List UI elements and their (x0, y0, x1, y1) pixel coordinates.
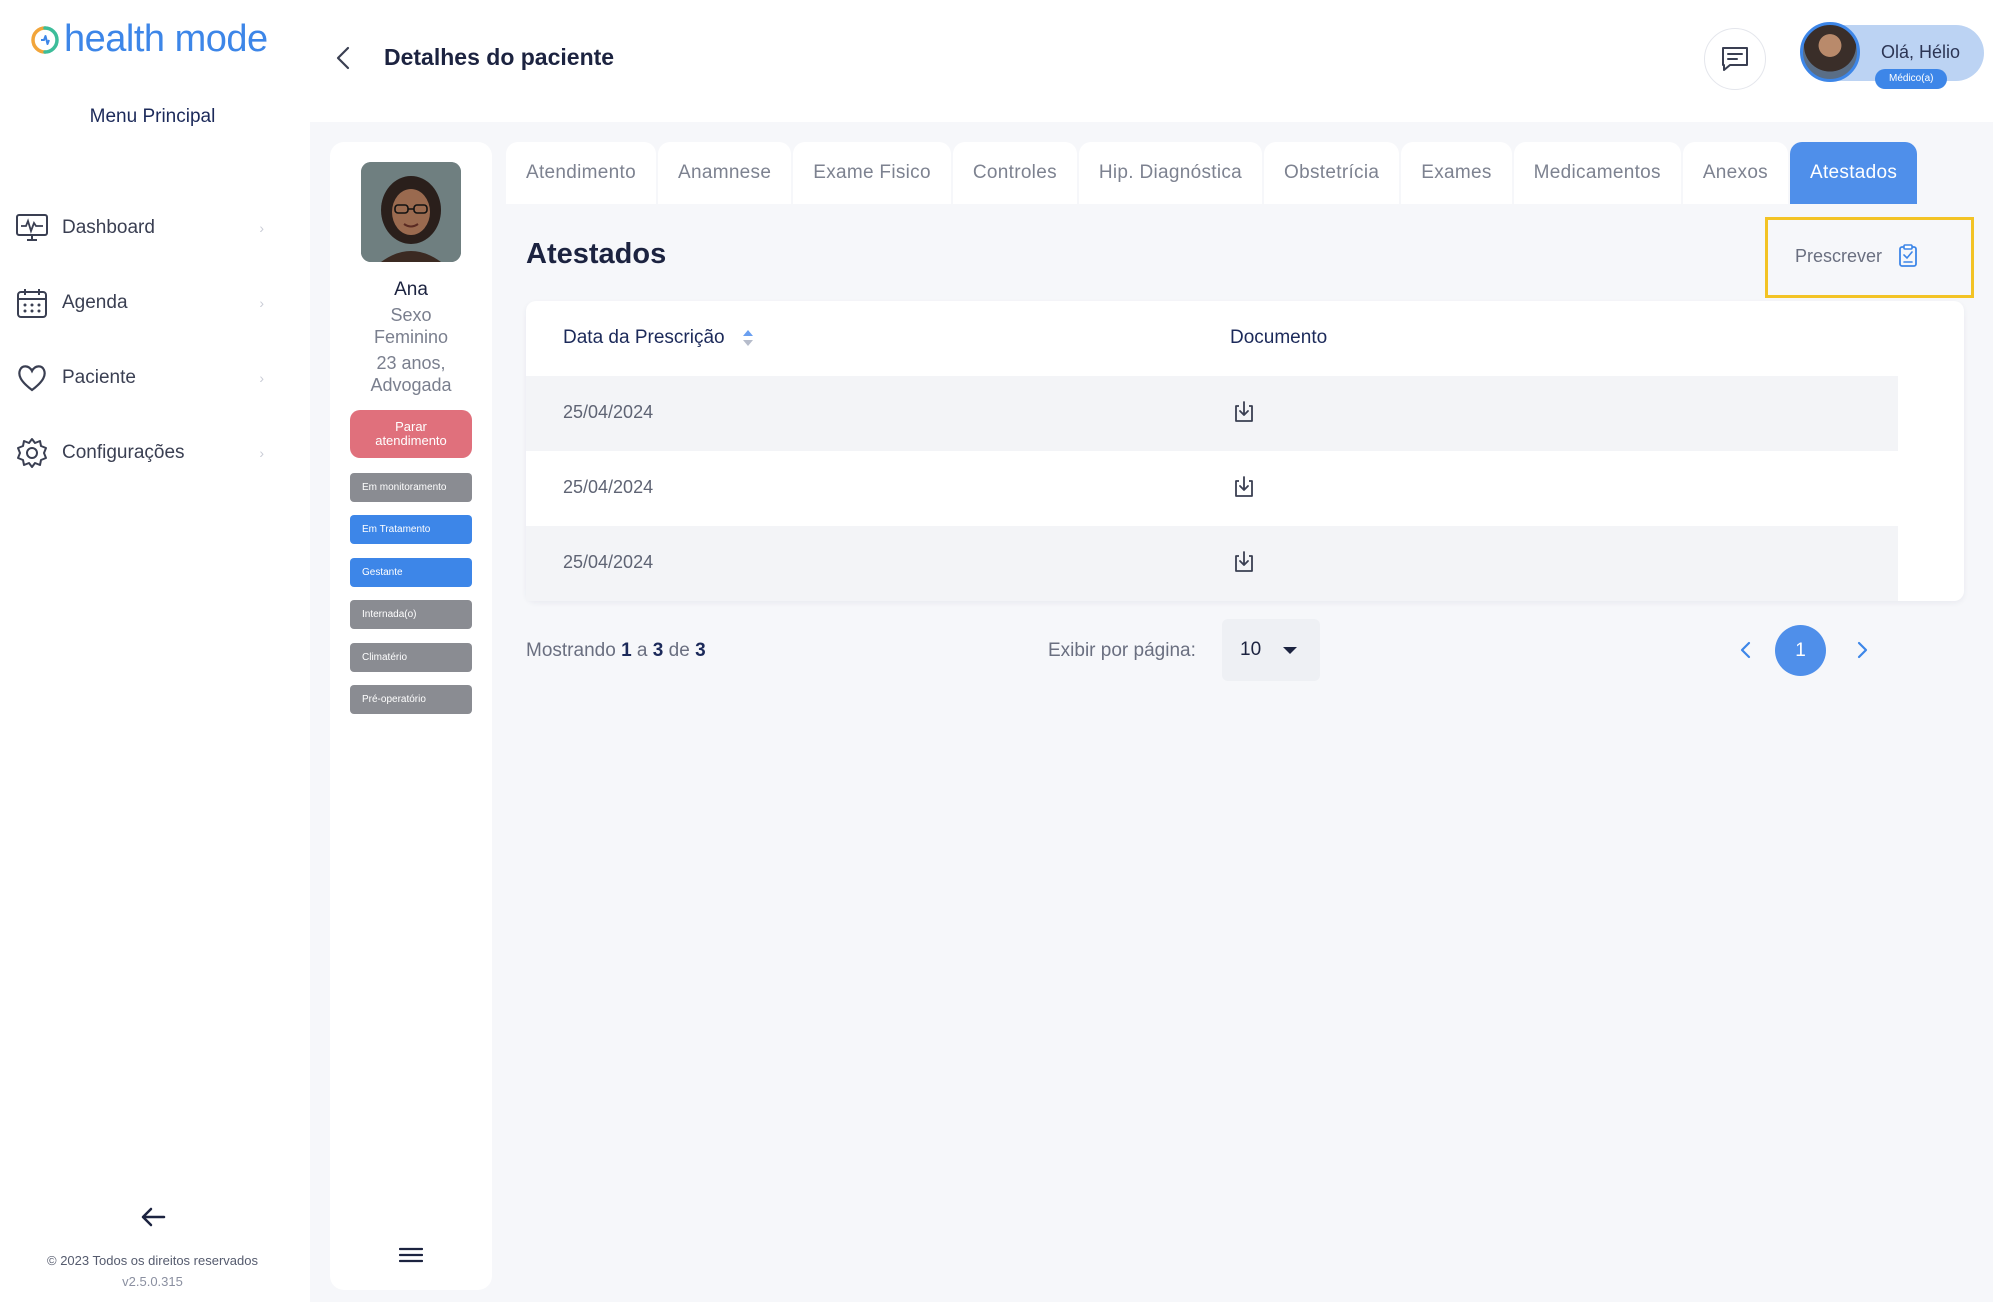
showing-prefix: Mostrando (526, 640, 616, 661)
section-title: Atestados (526, 238, 667, 270)
per-page-select[interactable]: 10 (1222, 619, 1320, 681)
sidebar-item-dashboard[interactable]: Dashboard › (14, 190, 264, 265)
download-icon[interactable] (1232, 475, 1256, 499)
avatar[interactable] (1800, 22, 1860, 82)
sidebar-item-paciente[interactable]: Paciente › (14, 340, 264, 415)
sidebar-item-label: Configurações (62, 441, 185, 463)
patient-age: 23 anos, (376, 353, 446, 373)
sidebar-item-label: Paciente (62, 366, 136, 388)
tab-hip-diagnostica[interactable]: Hip. Diagnóstica (1078, 142, 1263, 204)
sidebar-item-label: Dashboard (62, 216, 155, 238)
per-page-label: Exibir por página: (1048, 640, 1196, 661)
sidebar: health mode Menu Principal Dashboard › A… (0, 0, 310, 1302)
tag-pre-operatorio[interactable]: Pré-operatório (350, 685, 472, 714)
per-page-value: 10 (1240, 639, 1262, 660)
version-text: v2.5.0.315 (122, 1274, 183, 1289)
sidebar-item-agenda[interactable]: Agenda › (14, 265, 264, 340)
tag-climaterio[interactable]: Climatério (350, 643, 472, 672)
main-content (310, 122, 1993, 1302)
gear-icon (14, 435, 50, 471)
showing-sep-de: de (668, 640, 690, 661)
download-icon[interactable] (1232, 550, 1256, 574)
tab-anexos[interactable]: Anexos (1682, 142, 1788, 204)
sort-icon[interactable] (741, 328, 755, 348)
tag-internada[interactable]: Internada(o) (350, 600, 472, 629)
pagination-current-page[interactable]: 1 (1775, 625, 1826, 676)
showing-to: 3 (652, 640, 664, 661)
prescription-date: 25/04/2024 (563, 477, 654, 497)
tab-exame-fisico[interactable]: Exame Fisico (793, 142, 951, 204)
tab-medicamentos[interactable]: Medicamentos (1513, 142, 1681, 204)
chevron-left-icon[interactable] (330, 44, 358, 72)
patient-tabs: Atendimento Anamnese Exame Fisico Contro… (506, 142, 1919, 204)
table-row: 25/04/2024 (526, 376, 1898, 451)
prescribe-button[interactable]: Prescrever (1795, 244, 1918, 268)
prescription-date: 25/04/2024 (563, 552, 654, 572)
patient-sex-label: Sexo (390, 305, 432, 325)
chat-button[interactable] (1704, 28, 1766, 90)
patient-portrait-image (361, 162, 461, 262)
chevron-right-icon: › (259, 369, 264, 386)
page-title: Detalhes do paciente (384, 44, 615, 70)
copyright-text: © 2023 Todos os direitos reservados (47, 1253, 258, 1268)
sidebar-item-configuracoes[interactable]: Configurações › (14, 415, 264, 490)
tab-obstetricia[interactable]: Obstetrícia (1264, 142, 1400, 204)
user-greeting: Olá, Hélio (1881, 42, 1961, 62)
table-row: 25/04/2024 (526, 526, 1898, 601)
chat-icon (1722, 47, 1748, 71)
sidebar-item-label: Agenda (62, 291, 128, 313)
clipboard-check-icon (1899, 244, 1917, 267)
stop-button-label-line2: atendimento (375, 433, 447, 448)
showing-from: 1 (621, 640, 632, 661)
calendar-icon (14, 285, 50, 321)
chevron-right-icon: › (259, 444, 264, 461)
pagination-summary: Mostrando 1 a 3 de 3 (526, 640, 706, 662)
sidebar-nav: Dashboard › Agenda › Paciente › Configur… (14, 190, 264, 490)
chevron-right-icon: › (259, 219, 264, 236)
stop-button-label-line1: Parar (395, 419, 427, 434)
brand-logo[interactable]: health mode (30, 18, 268, 61)
monitor-icon (14, 210, 50, 246)
health-mode-logo-icon (31, 25, 59, 54)
hamburger-icon[interactable] (399, 1245, 423, 1265)
tab-controles[interactable]: Controles (952, 142, 1077, 204)
patient-occupation: Advogada (370, 375, 452, 395)
patient-photo (361, 162, 461, 262)
tab-exames[interactable]: Exames (1401, 142, 1512, 204)
prescription-date: 25/04/2024 (563, 402, 654, 422)
patient-name: Ana (394, 279, 428, 300)
tab-atendimento[interactable]: Atendimento (506, 142, 656, 204)
caret-down-icon (1283, 646, 1298, 654)
tab-anamnese[interactable]: Anamnese (657, 142, 792, 204)
chevron-right-icon: › (259, 294, 264, 311)
arrow-left-icon[interactable] (138, 1202, 168, 1232)
patient-details: Sexo Feminino 23 anos, Advogada (330, 304, 492, 396)
tag-gestante[interactable]: Gestante (350, 558, 472, 587)
column-header-document: Documento (1230, 327, 1328, 348)
tag-em-monitoramento[interactable]: Em monitoramento (350, 473, 472, 502)
tab-atestados[interactable]: Atestados (1790, 142, 1918, 204)
heart-icon (14, 360, 50, 396)
prescribe-label: Prescrever (1795, 245, 1883, 266)
patient-sex-value: Feminino (373, 327, 449, 347)
download-icon[interactable] (1232, 400, 1256, 424)
chevron-left-icon[interactable] (1736, 638, 1756, 662)
brand-name: health mode (64, 18, 268, 60)
chevron-right-icon[interactable] (1852, 638, 1872, 662)
column-header-date[interactable]: Data da Prescrição (563, 327, 725, 349)
table-row: 25/04/2024 (526, 451, 1898, 526)
stop-attendance-button[interactable]: Parar atendimento (350, 410, 472, 458)
menu-title: Menu Principal (89, 106, 216, 127)
showing-total: 3 (695, 640, 706, 661)
showing-sep-a: a (636, 640, 648, 661)
user-role-badge: Médico(a) (1875, 69, 1948, 89)
tag-em-tratamento[interactable]: Em Tratamento (350, 515, 472, 544)
